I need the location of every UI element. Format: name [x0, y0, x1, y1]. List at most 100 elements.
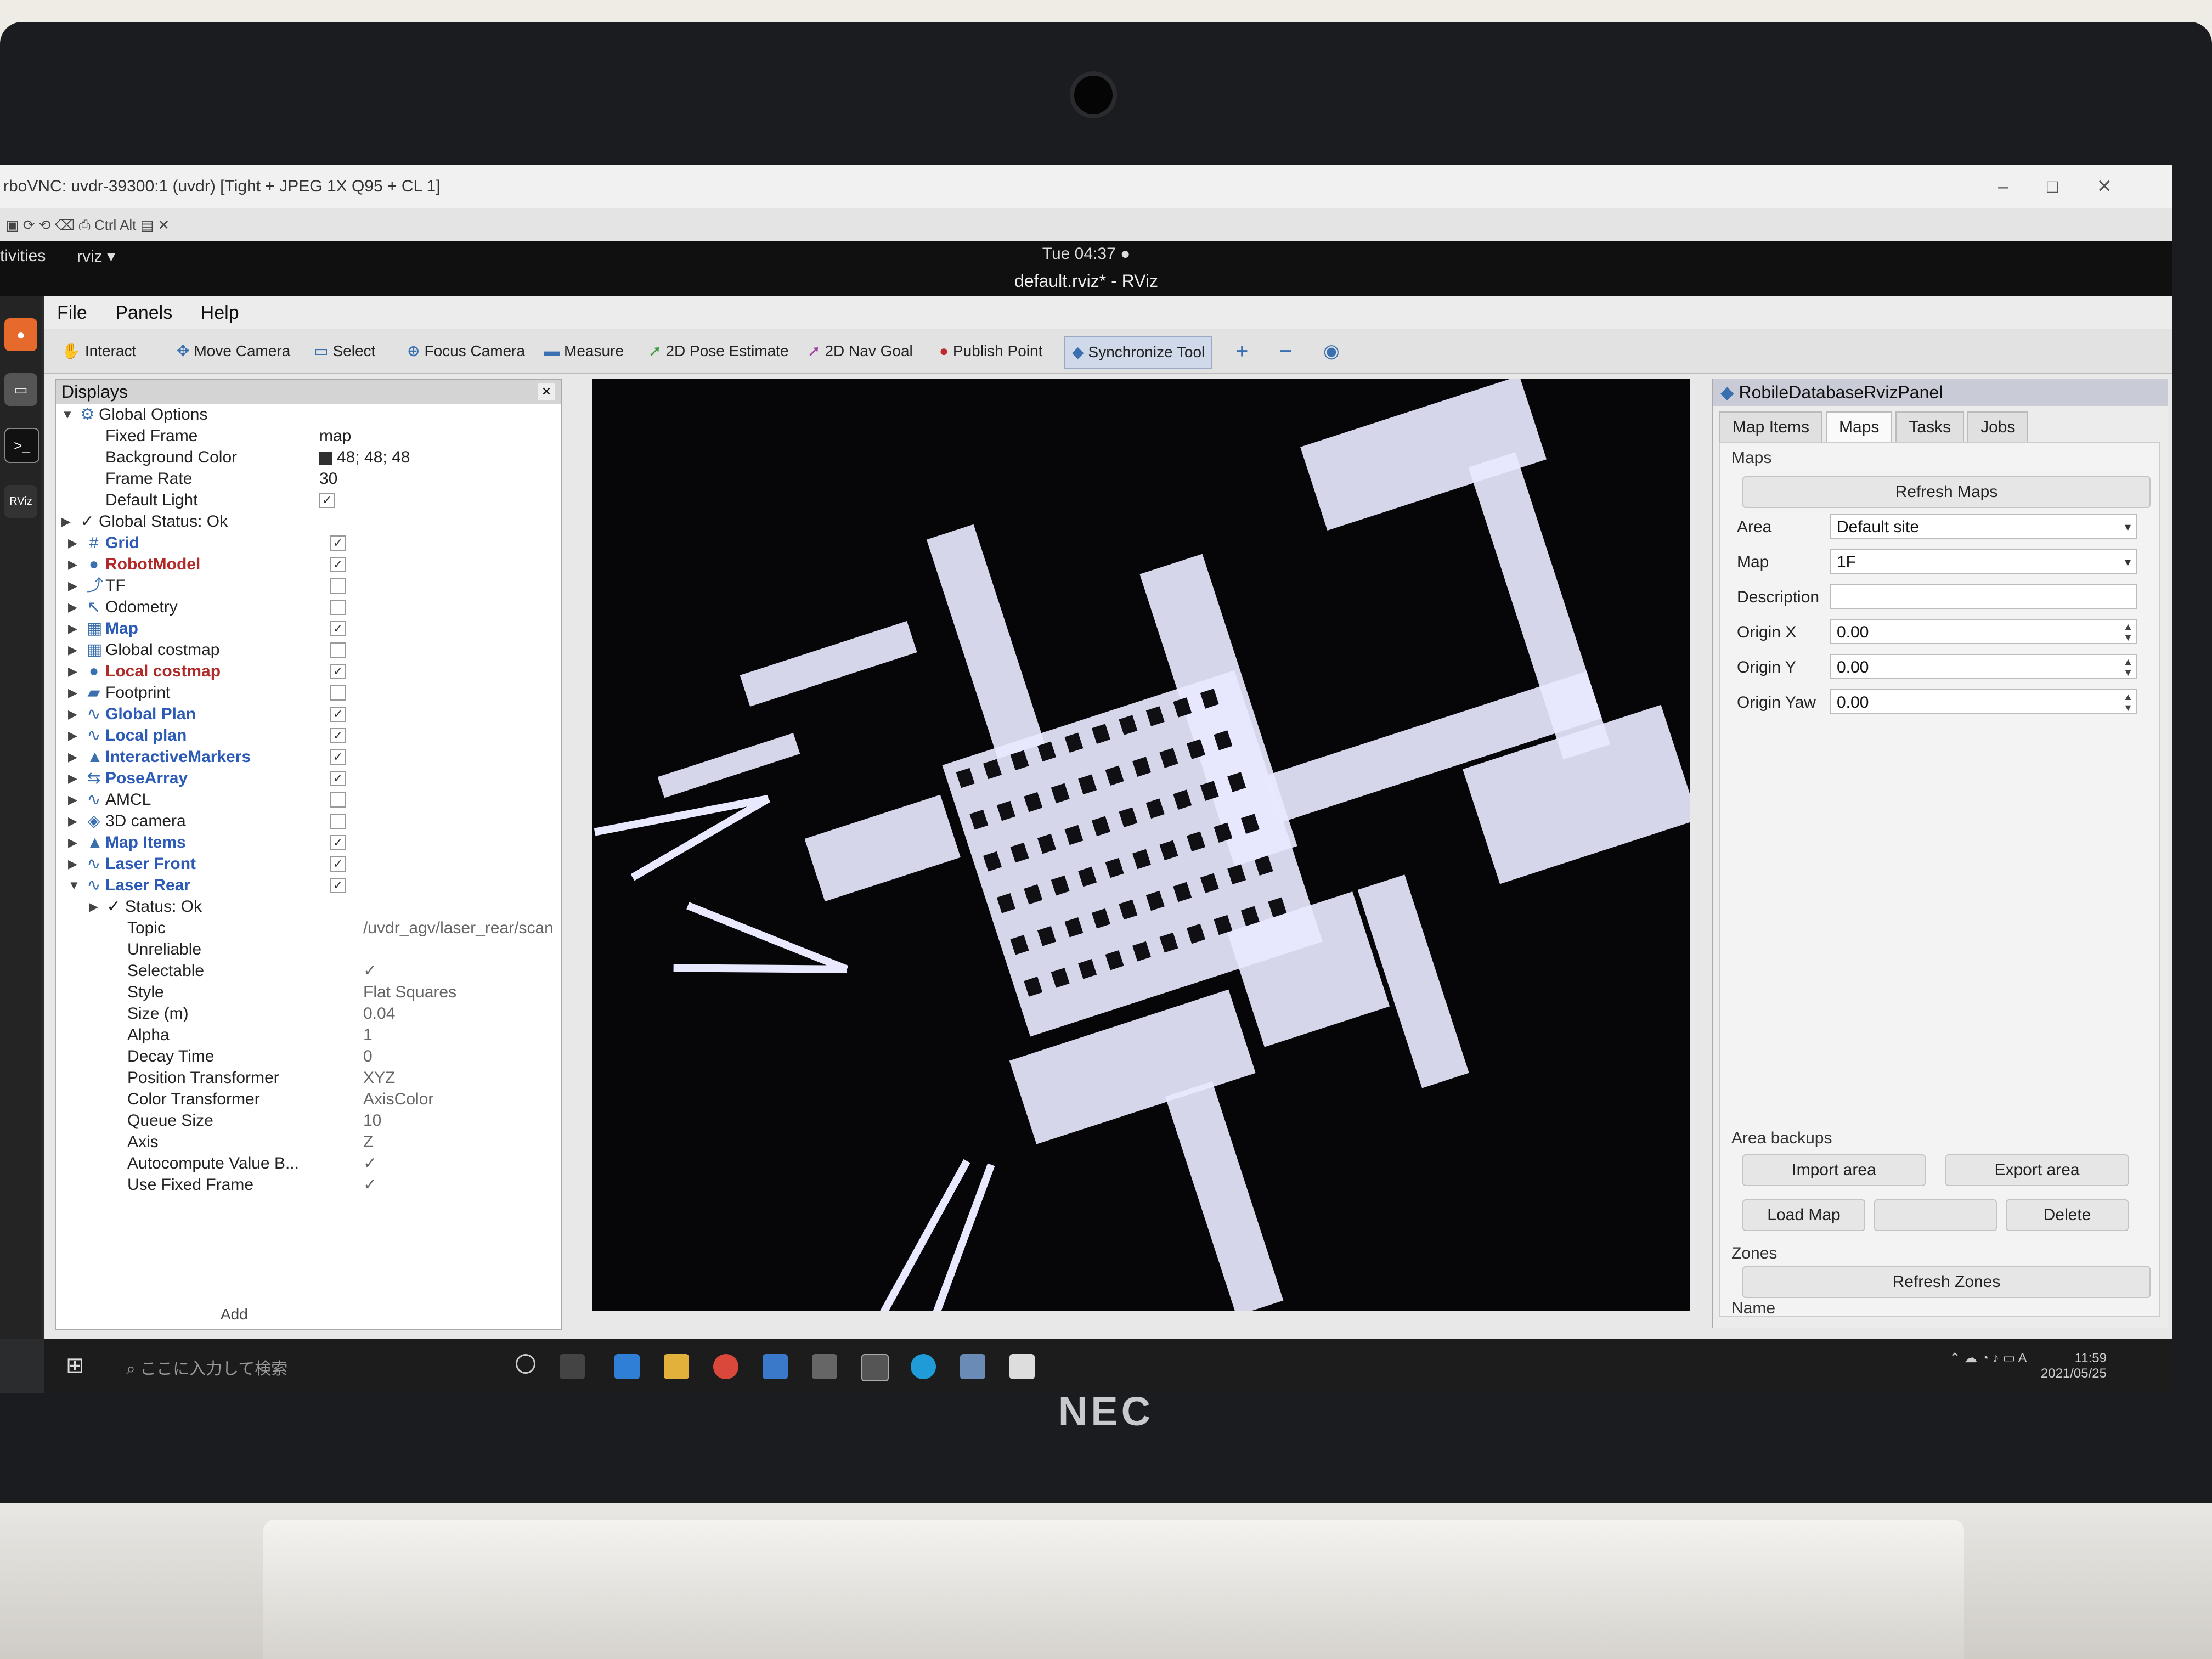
display-item-checkbox[interactable] — [330, 814, 346, 829]
display-item-row[interactable]: ▶ ◈ 3D camera — [56, 810, 561, 832]
add-tool-icon[interactable]: + — [1229, 336, 1255, 366]
display-item-row[interactable]: ▶ ∿ Global Plan ✓ — [56, 703, 561, 725]
expand-icon[interactable]: ▶ — [68, 832, 77, 853]
expand-icon[interactable]: ▶ — [68, 575, 77, 596]
remove-tool-icon[interactable]: − — [1273, 336, 1299, 366]
display-item-row[interactable]: ▶ ∿ Local plan ✓ — [56, 725, 561, 746]
measure-tool[interactable]: ▬ Measure — [538, 336, 630, 366]
laser-property-row[interactable]: Size (m) 0.04 — [56, 1003, 561, 1024]
map-select[interactable]: 1F ▾ — [1830, 549, 2137, 574]
display-item-checkbox[interactable]: ✓ — [330, 664, 346, 679]
display-item-row[interactable]: ▶ ▲ InteractiveMarkers ✓ — [56, 746, 561, 768]
app-icon[interactable] — [960, 1354, 985, 1379]
fixed-frame-value[interactable]: map — [319, 425, 351, 447]
laser-property-row[interactable]: Use Fixed Frame ✓ — [56, 1174, 561, 1195]
delete-button[interactable]: Delete — [2006, 1199, 2129, 1231]
tab-tasks[interactable]: Tasks — [1895, 411, 1965, 442]
vnc-tool-icons[interactable]: ▣ ⟳ ⟲ ⌫ ⎙ — [5, 217, 91, 233]
laser-property-row[interactable]: Topic/uvdr_agv/laser_rear/scan — [56, 917, 561, 939]
laser-property-row[interactable]: Position Transformer XYZ — [56, 1067, 561, 1088]
window-controls[interactable]: –□✕ — [1998, 165, 2151, 208]
vnc-toolbar[interactable]: ▣ ⟳ ⟲ ⌫ ⎙ Ctrl Alt ▤ ✕ — [0, 208, 2172, 241]
task-view-icon[interactable] — [560, 1354, 585, 1379]
app-icon[interactable] — [812, 1354, 837, 1379]
terminal-icon[interactable]: >_ — [4, 428, 40, 463]
windows-start-icon[interactable]: ⊞ — [66, 1353, 84, 1378]
display-item-checkbox[interactable]: ✓ — [330, 557, 346, 572]
spin-arrows-icon[interactable]: ▲ ▼ — [2123, 656, 2133, 678]
laser-property-value[interactable]: XYZ — [363, 1067, 395, 1088]
expand-icon[interactable]: ▶ — [68, 789, 77, 810]
load-map-button[interactable]: Load Map — [1742, 1199, 1865, 1231]
laser-property-value[interactable]: 10 — [363, 1110, 381, 1131]
rviz-dock-icon[interactable]: RViz — [4, 485, 37, 518]
display-item-checkbox[interactable] — [330, 685, 346, 701]
vnc-viewer-icon[interactable] — [1009, 1354, 1035, 1379]
cortana-icon[interactable] — [516, 1354, 535, 1374]
global-options-row[interactable]: ▼ ⚙ Global Options — [56, 404, 561, 425]
firefox-icon[interactable]: ● — [4, 318, 37, 351]
laser-property-row[interactable]: Style Flat Squares — [56, 981, 561, 1003]
ime-indicator[interactable]: A — [2018, 1351, 2027, 1365]
pose-estimate-tool[interactable]: ➚ 2D Pose Estimate — [642, 336, 795, 366]
laser-property-value[interactable]: Flat Squares — [363, 981, 456, 1003]
edge-icon[interactable] — [911, 1354, 936, 1379]
area-select[interactable]: Default site ▾ — [1830, 514, 2137, 539]
laser-property-value[interactable]: 0 — [363, 1046, 373, 1067]
publish-point-tool[interactable]: ● Publish Point — [933, 336, 1049, 366]
expand-icon[interactable]: ▶ — [68, 810, 77, 832]
focus-camera-tool[interactable]: ⊕ Focus Camera — [400, 336, 532, 366]
display-item-row[interactable]: ▶ ⇆ PoseArray ✓ — [56, 768, 561, 789]
mail-icon[interactable] — [763, 1354, 788, 1379]
spin-arrows-icon[interactable]: ▲ ▼ — [2123, 621, 2133, 643]
laser-rear-status-row[interactable]: ▶ ✓ Status: Ok — [56, 896, 561, 917]
description-field[interactable] — [1830, 584, 2137, 609]
vnc-save-icon[interactable]: ▤ ✕ — [140, 217, 170, 233]
nav-goal-tool[interactable]: ➚ 2D Nav Goal — [801, 336, 919, 366]
select-tool[interactable]: ▭ Select — [307, 336, 382, 366]
default-light-checkbox[interactable]: ✓ — [319, 493, 335, 508]
background-color-row[interactable]: Background Color 48; 48; 48 — [56, 447, 561, 468]
refresh-maps-button[interactable]: Refresh Maps — [1742, 476, 2151, 508]
global-status-row[interactable]: ▶ ✓ Global Status: Ok — [56, 511, 561, 532]
default-light-row[interactable]: Default Light ✓ — [56, 489, 561, 511]
system-tray[interactable]: ⌃ ☁ ◔ ♪ ▭ A 11:59 2021/05/25 — [1949, 1351, 2107, 1381]
laser-property-row[interactable]: Axis Z — [56, 1131, 561, 1153]
expand-icon[interactable]: ▶ — [68, 682, 77, 703]
origin-x-spinbox[interactable]: 0.00 ▲ ▼ — [1830, 619, 2137, 644]
laser-property-row[interactable]: Selectable ✓ — [56, 960, 561, 981]
spin-arrows-icon[interactable]: ▲ ▼ — [2123, 691, 2133, 713]
tab-map-items[interactable]: Map Items — [1719, 411, 1823, 442]
display-item-row[interactable]: ▶ ▦ Global costmap — [56, 639, 561, 661]
display-item-row[interactable]: ▶ ▰ Footprint — [56, 682, 561, 703]
folder-icon[interactable] — [664, 1354, 689, 1379]
display-item-row[interactable]: ▶ ↖ Odometry — [56, 596, 561, 618]
expand-icon[interactable]: ▶ — [68, 725, 77, 746]
expand-icon[interactable]: ▶ — [68, 596, 77, 618]
move-camera-tool[interactable]: ✥ Move Camera — [170, 336, 297, 366]
laser-property-value[interactable]: ✓ — [363, 1174, 377, 1195]
display-item-checkbox[interactable]: ✓ — [330, 856, 346, 872]
display-item-row[interactable]: ▶ ∿ AMCL — [56, 789, 561, 810]
laser-property-value[interactable]: Z — [363, 1131, 373, 1153]
display-item-row[interactable]: ▶ ⤴ TF — [56, 575, 561, 596]
expand-icon[interactable]: ▶ — [68, 703, 77, 725]
vnc-ctrl-alt[interactable]: Ctrl Alt — [94, 217, 137, 233]
add-display-button[interactable]: Add — [221, 1306, 248, 1323]
laser-property-row[interactable]: Unreliable — [56, 939, 561, 960]
menu-panels[interactable]: Panels — [115, 302, 172, 323]
close-icon[interactable]: ✕ — [538, 383, 555, 400]
display-item-row[interactable]: ▶ ● RobotModel ✓ — [56, 554, 561, 575]
collapse-icon[interactable]: ▶ — [89, 896, 98, 917]
display-item-row[interactable]: ▼ ∿ Laser Rear ✓ — [56, 874, 561, 896]
expand-icon[interactable]: ▶ — [68, 768, 77, 789]
refresh-zones-button[interactable]: Refresh Zones — [1742, 1266, 2151, 1298]
display-item-checkbox[interactable] — [330, 600, 346, 615]
display-item-checkbox[interactable]: ✓ — [330, 835, 346, 850]
export-area-button[interactable]: Export area — [1945, 1154, 2129, 1186]
laser-property-row[interactable]: Color Transformer AxisColor — [56, 1088, 561, 1110]
laser-property-value[interactable]: /uvdr_agv/laser_rear/scan — [363, 917, 554, 939]
expand-icon[interactable]: ▼ — [61, 404, 74, 425]
clock[interactable]: Tue 04:37 ● — [0, 245, 2172, 263]
expand-icon[interactable]: ▶ — [68, 661, 77, 682]
